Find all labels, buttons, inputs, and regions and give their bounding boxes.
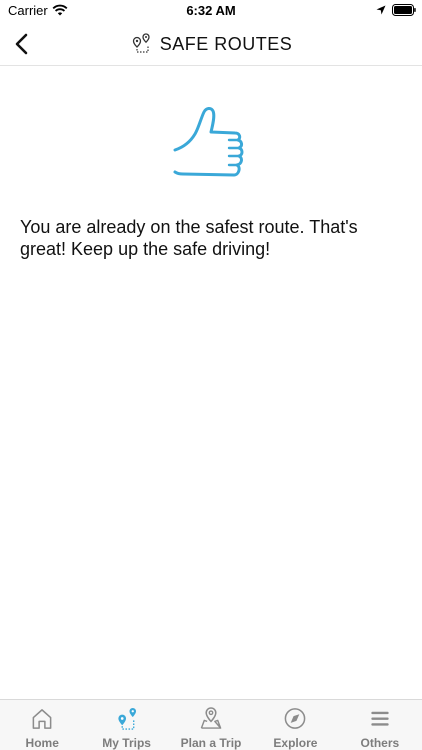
compass-icon	[285, 708, 306, 729]
home-icon	[32, 709, 52, 729]
tab-bar: Home My Trips Plan a Trip Explore Others	[0, 699, 422, 750]
route-pins-icon	[132, 33, 150, 53]
status-bar: Carrier 6:32 AM	[0, 0, 422, 22]
trips-pins-icon	[117, 707, 136, 730]
tab-home-label: Home	[25, 736, 59, 750]
map-pin-icon	[200, 707, 222, 729]
thumb-container	[0, 104, 422, 184]
thumbs-up-icon	[173, 107, 244, 177]
location-arrow-icon	[376, 5, 386, 15]
tab-others-label: Others	[360, 736, 400, 750]
nav-title-group: SAFE ROUTES	[0, 22, 422, 66]
tab-others[interactable]: Others	[338, 700, 422, 750]
clock: 6:32 AM	[186, 3, 236, 18]
tab-explore-label: Explore	[273, 736, 318, 750]
tab-plan-a-trip[interactable]: Plan a Trip	[169, 700, 253, 750]
tab-explore[interactable]: Explore	[253, 700, 337, 750]
tab-home[interactable]: Home	[0, 700, 84, 750]
nav-bar: SAFE ROUTES	[0, 22, 422, 66]
page-title: SAFE ROUTES	[159, 33, 293, 54]
tab-plan-a-trip-label: Plan a Trip	[180, 736, 242, 750]
battery-icon	[392, 4, 416, 16]
menu-icon	[371, 711, 389, 726]
tab-my-trips[interactable]: My Trips	[84, 700, 168, 750]
safe-route-message: You are already on the safest route. Tha…	[20, 217, 358, 259]
tab-my-trips-label: My Trips	[102, 736, 151, 750]
